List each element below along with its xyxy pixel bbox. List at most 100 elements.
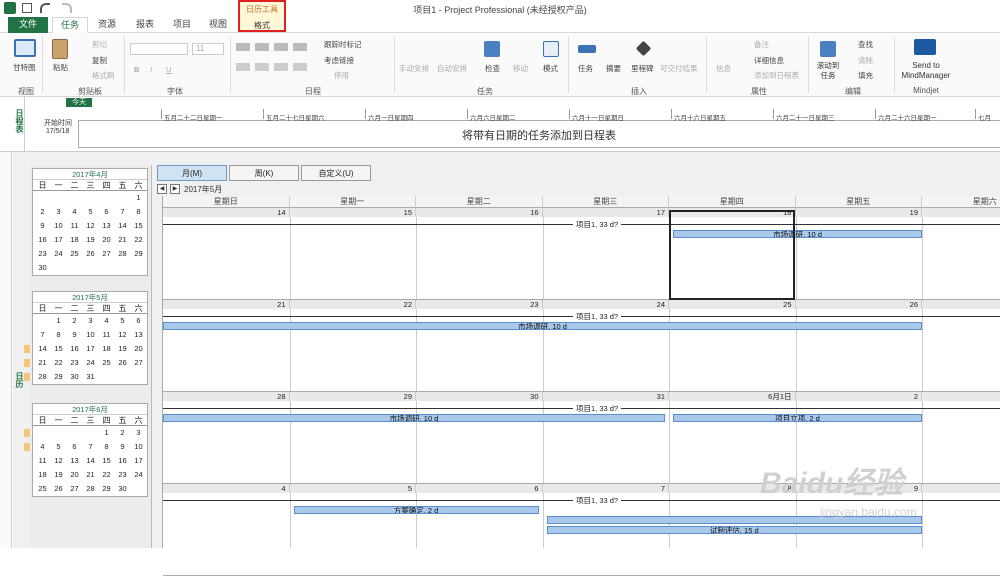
mini-calendar-week[interactable]: 123	[24, 426, 147, 440]
notes-button[interactable]: 备注	[754, 39, 769, 50]
timeline-pane[interactable]: 日程表 开始时间 17/5/18 将带有日期的任务添加到日程表	[0, 97, 1000, 152]
mini-calendar-day[interactable]: 1	[52, 314, 65, 328]
mini-calendar-day[interactable]: 9	[116, 440, 129, 454]
mini-calendar-day[interactable]: 5	[52, 440, 65, 454]
mini-calendar-day[interactable]: 20	[132, 342, 145, 356]
italic-button[interactable]: I	[150, 65, 152, 74]
mini-calendar-day[interactable]: 17	[84, 342, 97, 356]
mini-calendar-day[interactable]: 13	[132, 328, 145, 342]
mini-calendar-day[interactable]: 9	[36, 219, 49, 233]
mini-calendar-day[interactable]: 12	[52, 454, 65, 468]
mini-calendar-day[interactable]: 23	[68, 356, 81, 370]
mini-calendar-day[interactable]: 20	[68, 468, 81, 482]
mini-calendar-day[interactable]: 14	[36, 342, 49, 356]
mini-calendar-day[interactable]: 14	[116, 219, 129, 233]
tab-task[interactable]: 任务	[52, 17, 88, 33]
mini-calendar-day[interactable]: 7	[116, 205, 129, 219]
mini-calendar-day[interactable]: 22	[132, 233, 145, 247]
tab-report[interactable]: 报表	[128, 17, 162, 33]
tab-format[interactable]: 格式	[240, 20, 284, 31]
format-painter-button[interactable]: 格式刷	[92, 70, 115, 81]
mini-calendar-week[interactable]: 25 26 27 28 29 30	[33, 482, 147, 496]
task-bar[interactable]: 方案确定, 2 d	[293, 506, 539, 514]
mini-calendar-day[interactable]: 19	[116, 342, 129, 356]
insert-task-button[interactable]: 任务	[578, 63, 593, 74]
mini-calendar-week[interactable]: 4 5 6 7 8 9 10	[24, 440, 147, 454]
mini-calendar-day[interactable]: 6	[68, 440, 81, 454]
mini-calendar-day[interactable]: 16	[68, 342, 81, 356]
mini-calendar-day[interactable]: 13	[68, 454, 81, 468]
mini-calendar-day[interactable]: 8	[100, 440, 113, 454]
manual-schedule-button[interactable]: 手动安排	[399, 63, 429, 74]
mini-calendar-day[interactable]: 15	[100, 454, 113, 468]
mini-calendar-day[interactable]: 7	[36, 328, 49, 342]
mini-calendar-day[interactable]: 3	[52, 205, 65, 219]
mini-calendar-day[interactable]: 16	[36, 233, 49, 247]
project-summary-label[interactable]: 项目1, 33 d?	[573, 404, 622, 413]
prev-month-button[interactable]: ◀	[157, 184, 167, 194]
mini-calendar-day[interactable]: 31	[84, 370, 97, 384]
mini-calendar-day[interactable]: 12	[84, 219, 97, 233]
mini-calendar-day[interactable]: 5	[84, 205, 97, 219]
mini-calendar-day[interactable]: 9	[68, 328, 81, 342]
mini-calendar-day[interactable]: 8	[132, 205, 145, 219]
details-button[interactable]: 详细信息	[754, 55, 784, 66]
mini-calendar-day[interactable]: 11	[36, 454, 49, 468]
mini-calendar-day[interactable]: 24	[52, 247, 65, 261]
mini-calendar-week[interactable]: 18 19 20 21 22 23 24	[33, 468, 147, 482]
mini-calendar-day[interactable]: 5	[116, 314, 129, 328]
mini-calendar-day[interactable]: 15	[132, 219, 145, 233]
mini-calendar-day[interactable]: 25	[68, 247, 81, 261]
mini-calendar-day[interactable]: 4	[100, 314, 113, 328]
copy-button[interactable]: 复制	[92, 55, 107, 66]
next-month-button[interactable]: ▶	[170, 184, 180, 194]
mini-calendar-day[interactable]: 7	[84, 440, 97, 454]
mini-calendar-day[interactable]: 18	[68, 233, 81, 247]
mini-calendar-week[interactable]: 123456	[33, 314, 147, 328]
mini-calendar-day[interactable]: 27	[100, 247, 113, 261]
auto-schedule-button[interactable]: 自动安排	[437, 63, 467, 74]
deliverable-button[interactable]: 可交付结果	[660, 63, 698, 74]
mini-calendar-day[interactable]: 24	[132, 468, 145, 482]
mini-calendar-week[interactable]: 28 29 30 31	[24, 370, 147, 384]
mini-calendar-day[interactable]: 22	[100, 468, 113, 482]
week-view-button[interactable]: 周(K)	[229, 165, 299, 181]
font-name-select[interactable]	[130, 43, 188, 55]
mini-calendar-day[interactable]: 30	[68, 370, 81, 384]
mini-calendar-day[interactable]: 28	[116, 247, 129, 261]
mini-calendar-day[interactable]: 4	[68, 205, 81, 219]
mini-calendar-week[interactable]: 16 17 18 19 20 21 22	[33, 233, 147, 247]
tab-resource[interactable]: 资源	[90, 17, 124, 33]
mini-calendar-day[interactable]: 19	[84, 233, 97, 247]
mini-calendar-day[interactable]: 26	[84, 247, 97, 261]
mini-calendar-day[interactable]: 3	[132, 426, 145, 440]
move-button[interactable]: 移动	[513, 63, 528, 74]
mini-calendar-week[interactable]: 2345678	[33, 205, 147, 219]
mini-calendar-day[interactable]: 15	[52, 342, 65, 356]
month-view-button[interactable]: 月(M)	[157, 165, 227, 181]
calendar-tools-context[interactable]: 日历工具 格式	[238, 0, 286, 32]
mini-calendar-week[interactable]: 30	[33, 261, 147, 275]
mini-calendar-day[interactable]: 28	[84, 482, 97, 496]
mini-calendar-day[interactable]: 22	[52, 356, 65, 370]
mini-calendar-day[interactable]: 8	[52, 328, 65, 342]
mini-calendar-day[interactable]: 27	[68, 482, 81, 496]
mini-calendar-day[interactable]: 29	[52, 370, 65, 384]
mini-calendar-week[interactable]: 11 12 13 14 15 16 17	[33, 454, 147, 468]
tab-view[interactable]: 视图	[201, 17, 235, 33]
gantt-button[interactable]: 甘特图	[13, 62, 36, 73]
mini-calendar-day[interactable]: 2	[116, 426, 129, 440]
mini-calendar-day[interactable]: 14	[84, 454, 97, 468]
mini-calendar-day[interactable]: 27	[132, 356, 145, 370]
scroll-to-task-button[interactable]: 滚动到任务	[814, 61, 842, 81]
task-bar[interactable]: 市场调研, 10 d	[163, 322, 922, 330]
mini-calendar-day[interactable]: 26	[116, 356, 129, 370]
mini-calendar-day[interactable]: 23	[36, 247, 49, 261]
mini-calendar-day[interactable]: 25	[36, 482, 49, 496]
mini-calendar-day[interactable]: 6	[132, 314, 145, 328]
project-summary-label[interactable]: 项目1, 33 d?	[573, 312, 622, 321]
mini-calendar-day[interactable]: 3	[84, 314, 97, 328]
mini-calendar-day[interactable]: 6	[100, 205, 113, 219]
paste-button[interactable]: 粘贴	[53, 62, 68, 73]
mini-calendar-day[interactable]: 17	[132, 454, 145, 468]
